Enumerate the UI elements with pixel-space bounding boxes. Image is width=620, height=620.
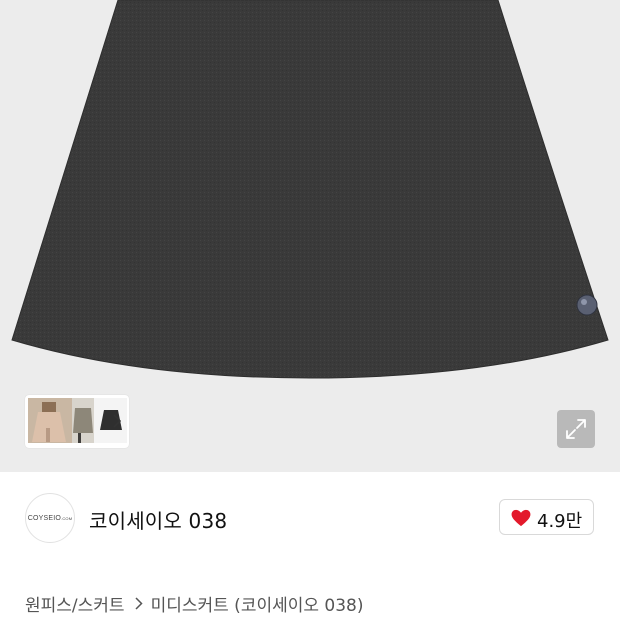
heart-icon	[511, 509, 531, 527]
brand-name[interactable]: 코이세이오 038	[89, 505, 227, 534]
thumbnail-model-photo-2[interactable]	[72, 398, 94, 443]
expand-arrows-icon	[566, 419, 586, 439]
brand-logo-text: COYSEIO.COM	[27, 514, 73, 522]
like-button[interactable]: 4.9만	[499, 499, 594, 535]
like-count: 4.9만	[537, 511, 583, 532]
thumbnail-strip[interactable]	[25, 395, 129, 448]
brand-logo[interactable]: COYSEIO.COM	[25, 493, 75, 543]
product-image-gallery[interactable]	[0, 0, 620, 472]
chevron-right-icon[interactable]	[111, 412, 123, 430]
breadcrumb: 원피스/스커트 미디스커트 (코이세이오 038)	[25, 591, 364, 616]
breadcrumb-category[interactable]: 원피스/스커트	[25, 591, 125, 616]
expand-image-button[interactable]	[557, 410, 595, 448]
skirt-button-detail	[576, 294, 598, 316]
thumbnail-model-photo[interactable]	[28, 398, 72, 443]
chevron-right-icon	[135, 596, 143, 610]
breadcrumb-subcategory[interactable]: 미디스커트 (코이세이오 038)	[151, 591, 364, 616]
brand-row: COYSEIO.COM 코이세이오 038 4.9만	[0, 472, 620, 562]
